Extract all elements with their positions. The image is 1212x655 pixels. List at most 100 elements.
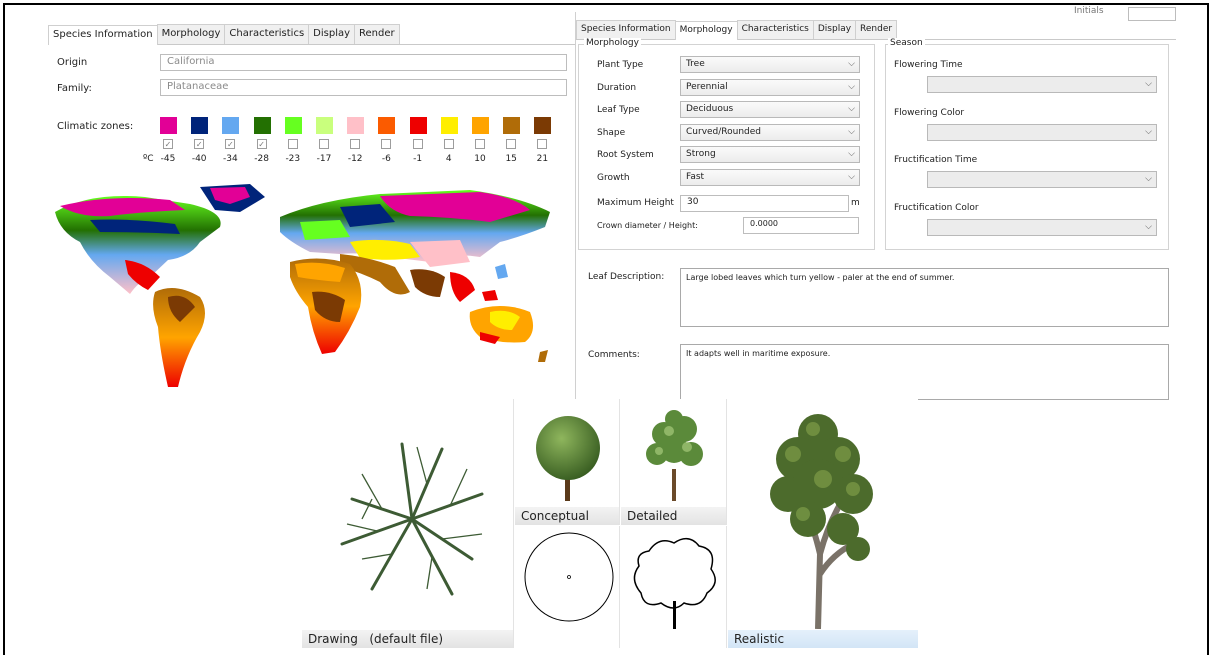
zone-checkbox[interactable]: ✓ [194, 139, 205, 149]
zone-swatch [378, 117, 396, 134]
tab-characteristics[interactable]: Characteristics [736, 20, 814, 39]
initials-field[interactable] [1128, 7, 1176, 21]
zone-checkbox[interactable]: ✓ [225, 139, 236, 149]
season-row-select[interactable]: ⌵ [927, 123, 1157, 141]
morph-row-label: Leaf Type [597, 105, 640, 115]
zone-swatch [191, 117, 209, 134]
tab-characteristics[interactable]: Characteristics [224, 24, 310, 44]
climate-map [55, 184, 550, 387]
zone-checkbox[interactable]: ✓ [163, 139, 173, 149]
chevron-down-icon: ⌵ [848, 59, 855, 69]
season-row-label: Flowering Color [894, 107, 965, 118]
morph-row-select[interactable]: Strong ⌵ [680, 146, 860, 163]
season-row-label: Fructification Color [894, 202, 979, 213]
leaf-description-field[interactable]: Large lobed leaves which turn yellow - p… [680, 268, 1169, 327]
comments-label: Comments: [588, 350, 640, 360]
tab-species-information[interactable]: Species Information [48, 25, 158, 45]
morph-row-select[interactable]: Deciduous ⌵ [680, 101, 860, 118]
crown-label: Crown diameter / Height: [597, 221, 698, 230]
zone-swatch [503, 117, 521, 134]
family-field[interactable]: Platanaceae [160, 79, 567, 96]
chevron-down-icon: ⌵ [848, 149, 855, 159]
zone-checkbox[interactable] [319, 139, 329, 149]
comments-field[interactable]: It adapts well in maritime exposure. [680, 344, 1169, 400]
morph-row-value: Deciduous [686, 104, 734, 114]
zone-swatch [316, 117, 333, 134]
morph-row-label: Growth [597, 172, 630, 183]
zone-swatch [347, 117, 365, 134]
origin-field[interactable]: California [160, 54, 567, 71]
season-row-select[interactable]: ⌵ [927, 171, 1157, 188]
chevron-down-icon: ⌵ [1145, 174, 1152, 184]
morph-row-label: Root System [597, 150, 654, 160]
morph-row-select[interactable]: Perennial ⌵ [680, 78, 860, 96]
tab-display[interactable]: Display [308, 24, 356, 44]
crown-field[interactable]: 0.0000 [743, 217, 859, 234]
zone-temp-label: -12 [347, 154, 363, 164]
zone-checkbox[interactable] [412, 139, 423, 149]
tab-render[interactable]: Render [855, 20, 898, 39]
zone-checkbox[interactable] [350, 139, 361, 149]
zone-temp-label: 4 [445, 154, 452, 164]
outline-symbol-icon [633, 537, 716, 629]
zone-checkbox[interactable] [443, 139, 454, 149]
morph-row-label: Duration [597, 82, 637, 93]
zone-swatch [534, 117, 552, 134]
zone-temp-label: -23 [285, 154, 301, 164]
drawing-caption: Drawing (default file) [302, 630, 513, 648]
morph-row-select[interactable]: Curved/Rounded ⌵ [680, 123, 860, 141]
climatic-zones-label: Climatic zones: [57, 121, 134, 132]
conceptual-symbol-cell[interactable] [515, 526, 620, 648]
tab-render[interactable]: Render [354, 24, 400, 44]
zone-checkbox[interactable] [475, 139, 485, 149]
family-label: Family: [57, 83, 92, 94]
morph-row-select[interactable]: Tree ⌵ [680, 56, 860, 73]
zone-checkbox[interactable] [537, 139, 548, 149]
chevron-down-icon: ⌵ [1145, 221, 1152, 232]
realistic-cell[interactable]: Realistic [728, 399, 918, 648]
zone-swatch [222, 117, 240, 134]
season-row-label: Fructification Time [894, 155, 978, 165]
conceptual-cell[interactable]: Conceptual [515, 399, 620, 525]
leaf-description-label: Leaf Description: [588, 272, 665, 282]
morphology-tabs: Species Information Morphology Character… [576, 20, 1176, 40]
detailed-caption: Detailed [621, 507, 726, 525]
tab-species-information[interactable]: Species Information [576, 20, 676, 39]
detailed-symbol-cell[interactable] [621, 526, 727, 648]
zone-checkbox[interactable]: ✓ [256, 139, 267, 149]
zone-temp-label: -17 [316, 154, 332, 164]
morph-row-value: Strong [686, 149, 716, 159]
max-height-field[interactable]: 30 [680, 195, 849, 212]
morph-row-value: Tree [686, 59, 705, 69]
realistic-caption: Realistic [728, 630, 918, 648]
morph-row-select[interactable]: Fast ⌵ [680, 168, 860, 186]
season-row-select[interactable]: ⌵ [927, 76, 1157, 93]
max-height-unit: m [851, 198, 860, 208]
conceptual-tree-icon [536, 416, 600, 501]
zone-checkbox[interactable] [287, 139, 298, 149]
zone-swatch [284, 117, 302, 134]
tab-morphology[interactable]: Morphology [156, 24, 226, 44]
zone-checkbox[interactable] [381, 139, 392, 149]
detailed-cell[interactable]: Detailed [621, 399, 727, 525]
species-tabs: Species Information Morphology Character… [48, 24, 575, 45]
chevron-down-icon: ⌵ [1145, 126, 1152, 137]
zone-checkbox[interactable] [506, 139, 517, 149]
morph-row-value: Perennial [686, 81, 728, 92]
season-row-label: Flowering Time [894, 60, 963, 70]
zone-swatch [160, 117, 177, 134]
degree-label: ºC [143, 154, 154, 164]
morph-row-label: Shape [597, 127, 626, 138]
zone-temp-label: 21 [536, 154, 549, 164]
tab-morphology[interactable]: Morphology [674, 21, 738, 40]
circle-symbol-icon [524, 532, 614, 622]
initials-label: Initials [1074, 6, 1104, 16]
zone-temp-label: -40 [191, 154, 207, 164]
zone-temp-label: -45 [160, 154, 176, 164]
drawing-cell[interactable]: Drawing (default file) [302, 399, 514, 648]
tab-display[interactable]: Display [812, 20, 857, 39]
season-row-select[interactable]: ⌵ [927, 218, 1157, 236]
chevron-down-icon: ⌵ [848, 81, 855, 92]
zone-swatch [409, 117, 427, 134]
zone-temp-label: -28 [254, 154, 269, 164]
